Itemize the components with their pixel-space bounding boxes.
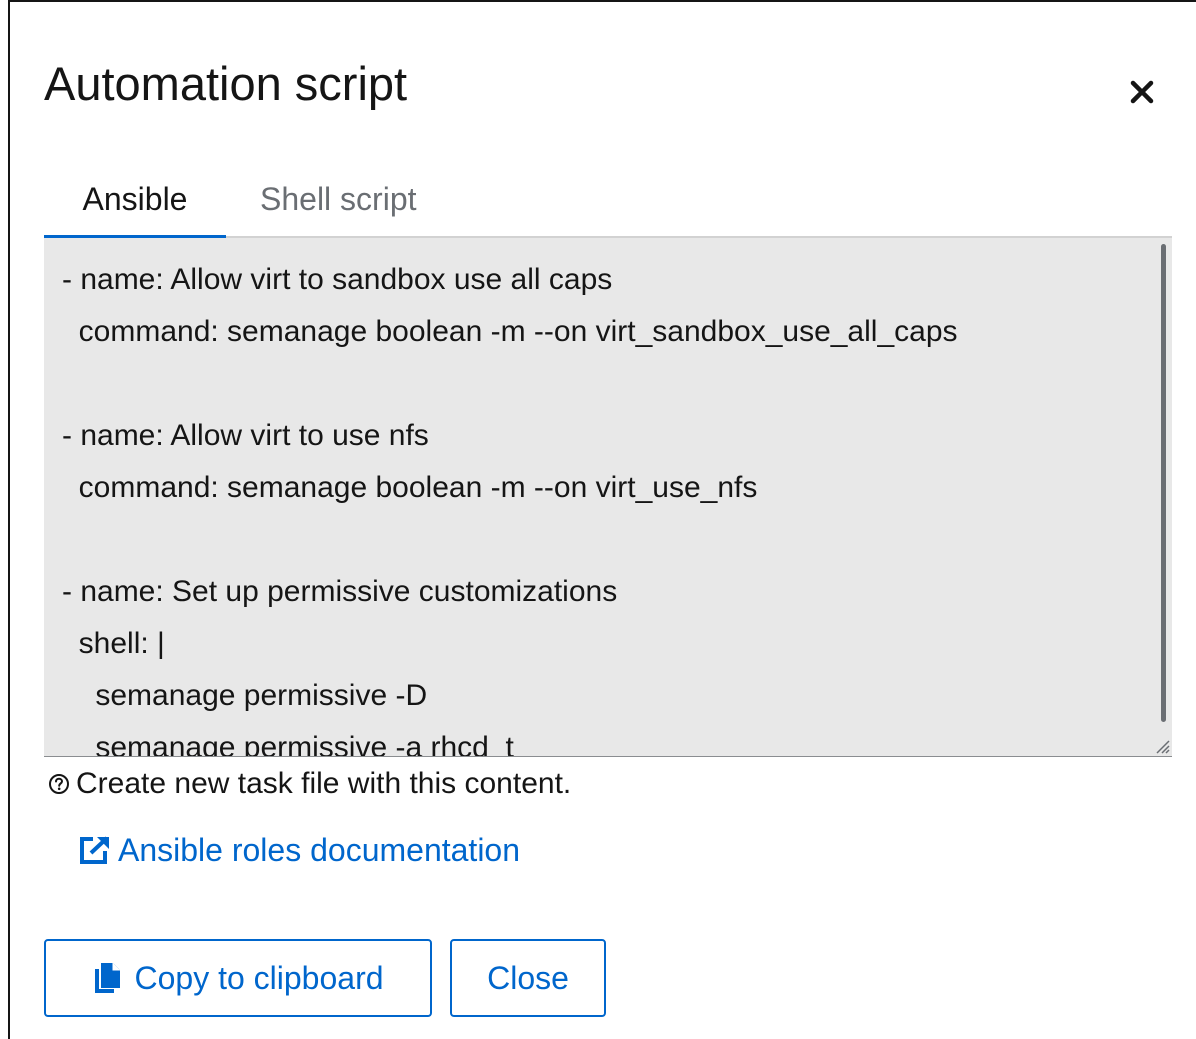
helper-label: Create new task file with this content.: [76, 767, 572, 800]
close-button[interactable]: Close: [450, 939, 606, 1017]
helper-text: Create new task file with this content.: [48, 764, 571, 804]
vertical-scrollbar[interactable]: [1161, 244, 1166, 722]
script-tabs: Ansible Shell script: [44, 160, 1172, 240]
close-button-label: Close: [487, 959, 569, 996]
close-icon: [1129, 79, 1155, 105]
script-content: - name: Allow virt to sandbox use all ca…: [62, 263, 958, 757]
resize-handle-icon[interactable]: [1152, 736, 1170, 754]
tab-ansible[interactable]: Ansible: [44, 160, 226, 240]
copy-button-label: Copy to clipboard: [134, 959, 384, 996]
tab-shell-script[interactable]: Shell script: [260, 160, 417, 238]
external-link-icon: [78, 835, 112, 865]
ansible-roles-documentation-link[interactable]: Ansible roles documentation: [78, 828, 520, 872]
script-textarea[interactable]: - name: Allow virt to sandbox use all ca…: [44, 238, 1172, 757]
close-dialog-button[interactable]: [1118, 72, 1166, 112]
automation-script-dialog: Automation script Ansible Shell script -…: [8, 0, 1196, 1039]
doc-link-label: Ansible roles documentation: [118, 832, 521, 868]
dialog-title: Automation script: [44, 57, 408, 110]
copy-icon: [92, 961, 122, 995]
help-circle-icon: [48, 773, 70, 795]
copy-to-clipboard-button[interactable]: Copy to clipboard: [44, 939, 432, 1017]
